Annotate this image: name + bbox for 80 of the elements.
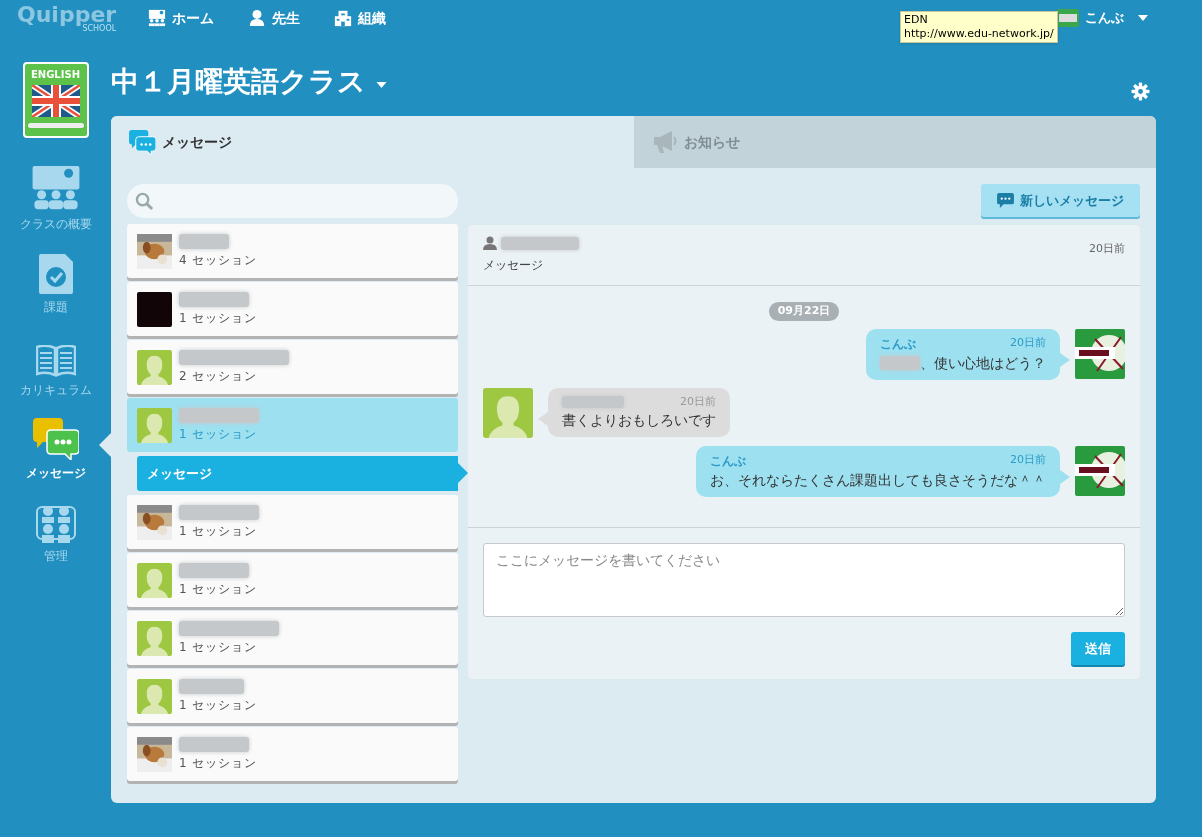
message-time: 20日前: [1010, 335, 1046, 352]
new-message-button[interactable]: 新しいメッセージ: [981, 184, 1140, 217]
session-count: 1 セッション: [179, 580, 258, 598]
conversation-item[interactable]: 1 セッション: [127, 398, 458, 452]
person-icon: [248, 9, 267, 27]
message-text: 、使い心地はどう？: [920, 353, 1046, 373]
redacted-text: [179, 736, 249, 752]
megaphone-icon: [651, 130, 678, 154]
message-text: 書くよりおもしろいです: [562, 411, 716, 430]
conversation-item[interactable]: 1 セッション: [127, 495, 458, 549]
redacted-text: [179, 678, 244, 694]
avatar-silhouette: [137, 349, 172, 385]
avatar-silhouette: [483, 387, 533, 438]
conversation-item[interactable]: 1 セッション: [127, 669, 458, 723]
tab[interactable]: お知らせ: [633, 116, 1156, 168]
conversation-item[interactable]: 2 セッション: [127, 340, 458, 394]
sidebar-item[interactable]: クラスの概要: [19, 166, 92, 233]
date-badge: 09月22日: [768, 302, 840, 321]
person-icon: [483, 236, 497, 250]
avatar-silhouette: [137, 620, 172, 656]
nav-link[interactable]: 先生: [248, 7, 301, 29]
redacted-text: [179, 233, 229, 249]
tooltip-title: EDN: [904, 13, 929, 27]
building-icon: [334, 9, 353, 27]
sidebar-item[interactable]: カリキュラム: [19, 332, 92, 399]
tooltip-url: http://www.edu-network.jp/: [904, 27, 1054, 41]
message-text: お、それならたくさん課題出しても良さそうだな＾＾: [710, 470, 1046, 490]
session-count: 1 セッション: [179, 309, 258, 327]
classroom-icon: [148, 9, 167, 27]
sidebar-item[interactable]: 課題: [38, 249, 73, 316]
book-icon: [35, 345, 76, 377]
message-thread-item[interactable]: メッセージ: [137, 456, 458, 491]
message-time: 20日前: [1010, 452, 1046, 469]
search-icon: [135, 191, 154, 211]
sidebar-item[interactable]: メッセージ: [25, 415, 86, 482]
sidebar-item[interactable]: 管理: [35, 498, 76, 565]
thread-subject: メッセージ: [483, 257, 544, 274]
thread-time: 20日前: [1089, 241, 1125, 257]
conversation-item[interactable]: 1 セッション: [127, 553, 458, 607]
message-input[interactable]: ここにメッセージを書いてください: [483, 543, 1125, 617]
flag-icon: [31, 85, 80, 117]
search-field[interactable]: [127, 184, 458, 218]
session-count: 4 セッション: [179, 251, 258, 269]
caret-icon[interactable]: [376, 82, 387, 88]
avatar-silhouette: [137, 562, 172, 598]
chat-bubble-icon: [997, 193, 1014, 208]
logo: Quipper: [17, 3, 117, 26]
message-author: こんぶ: [710, 452, 746, 470]
avatar-silhouette: [137, 407, 172, 443]
chat-bubbles-icon: [129, 129, 156, 155]
conversation-item[interactable]: 1 セッション: [127, 727, 458, 781]
avatar-silhouette: [137, 678, 172, 714]
session-count: 1 セッション: [179, 638, 259, 656]
avatar-image: [1057, 9, 1079, 27]
send-button[interactable]: 送信: [1071, 632, 1125, 665]
people-icon: [35, 503, 76, 543]
book-label: ENGLISH: [30, 70, 81, 80]
document-check-icon: [38, 254, 73, 294]
session-count: 1 セッション: [179, 696, 258, 714]
session-count: 2 セッション: [179, 367, 259, 385]
avatar-image: [137, 291, 172, 327]
class-title: 中１月曜英語クラス: [111, 68, 366, 96]
settings-icon[interactable]: [1131, 82, 1150, 101]
message-author: こんぶ: [880, 335, 916, 353]
session-count: 1 セッション: [179, 425, 259, 443]
logo-subtitle: SCHOOL: [82, 24, 117, 33]
session-count: 1 セッション: [179, 754, 258, 772]
conversation-item[interactable]: 4 セッション: [127, 224, 458, 278]
redacted-text: [179, 291, 249, 307]
message-time: 20日前: [680, 393, 716, 410]
redacted-text: [179, 562, 249, 578]
conversation-item[interactable]: 1 セッション: [127, 611, 458, 665]
session-count: 1 セッション: [179, 522, 259, 540]
nav-link[interactable]: 組織: [334, 7, 387, 29]
class-book[interactable]: ENGLISH: [22, 62, 89, 138]
chat-bubbles-icon: [32, 418, 79, 460]
conversation-item[interactable]: 1 セッション: [127, 282, 458, 336]
caret-icon[interactable]: [1138, 15, 1148, 21]
user-name[interactable]: こんぶ: [1085, 8, 1124, 28]
nav-link[interactable]: ホーム: [148, 7, 215, 29]
